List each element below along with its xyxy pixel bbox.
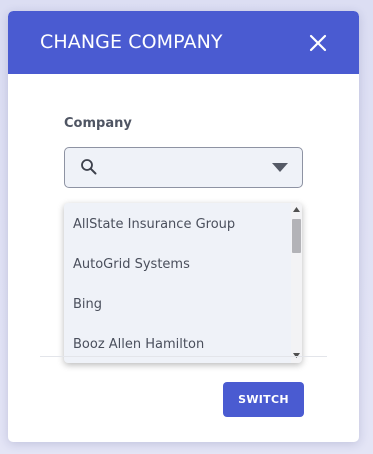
change-company-modal: CHANGE COMPANY Company AllState Insuranc… — [8, 11, 359, 442]
company-search-input[interactable] — [107, 156, 257, 178]
company-option[interactable]: Bing — [73, 297, 102, 312]
company-option[interactable]: Booz Allen Hamilton — [73, 337, 204, 352]
close-button[interactable] — [306, 31, 330, 55]
modal-title: CHANGE COMPANY — [40, 31, 223, 53]
footer-divider — [40, 356, 327, 357]
company-option[interactable]: AllState Insurance Group — [73, 217, 235, 232]
company-option[interactable]: AutoGrid Systems — [73, 257, 190, 272]
modal-header: CHANGE COMPANY — [8, 11, 359, 74]
company-select[interactable] — [64, 147, 303, 188]
search-icon — [81, 159, 97, 175]
close-icon — [309, 34, 327, 52]
company-dropdown-list: AllState Insurance Group AutoGrid System… — [64, 203, 302, 363]
caret-down-icon[interactable] — [272, 163, 288, 172]
company-field-label: Company — [64, 116, 132, 131]
scroll-up-arrow-icon[interactable] — [293, 207, 300, 212]
switch-button[interactable]: SWITCH — [223, 382, 304, 417]
dropdown-scrollbar[interactable] — [291, 203, 302, 363]
scrollbar-thumb[interactable] — [292, 219, 301, 253]
